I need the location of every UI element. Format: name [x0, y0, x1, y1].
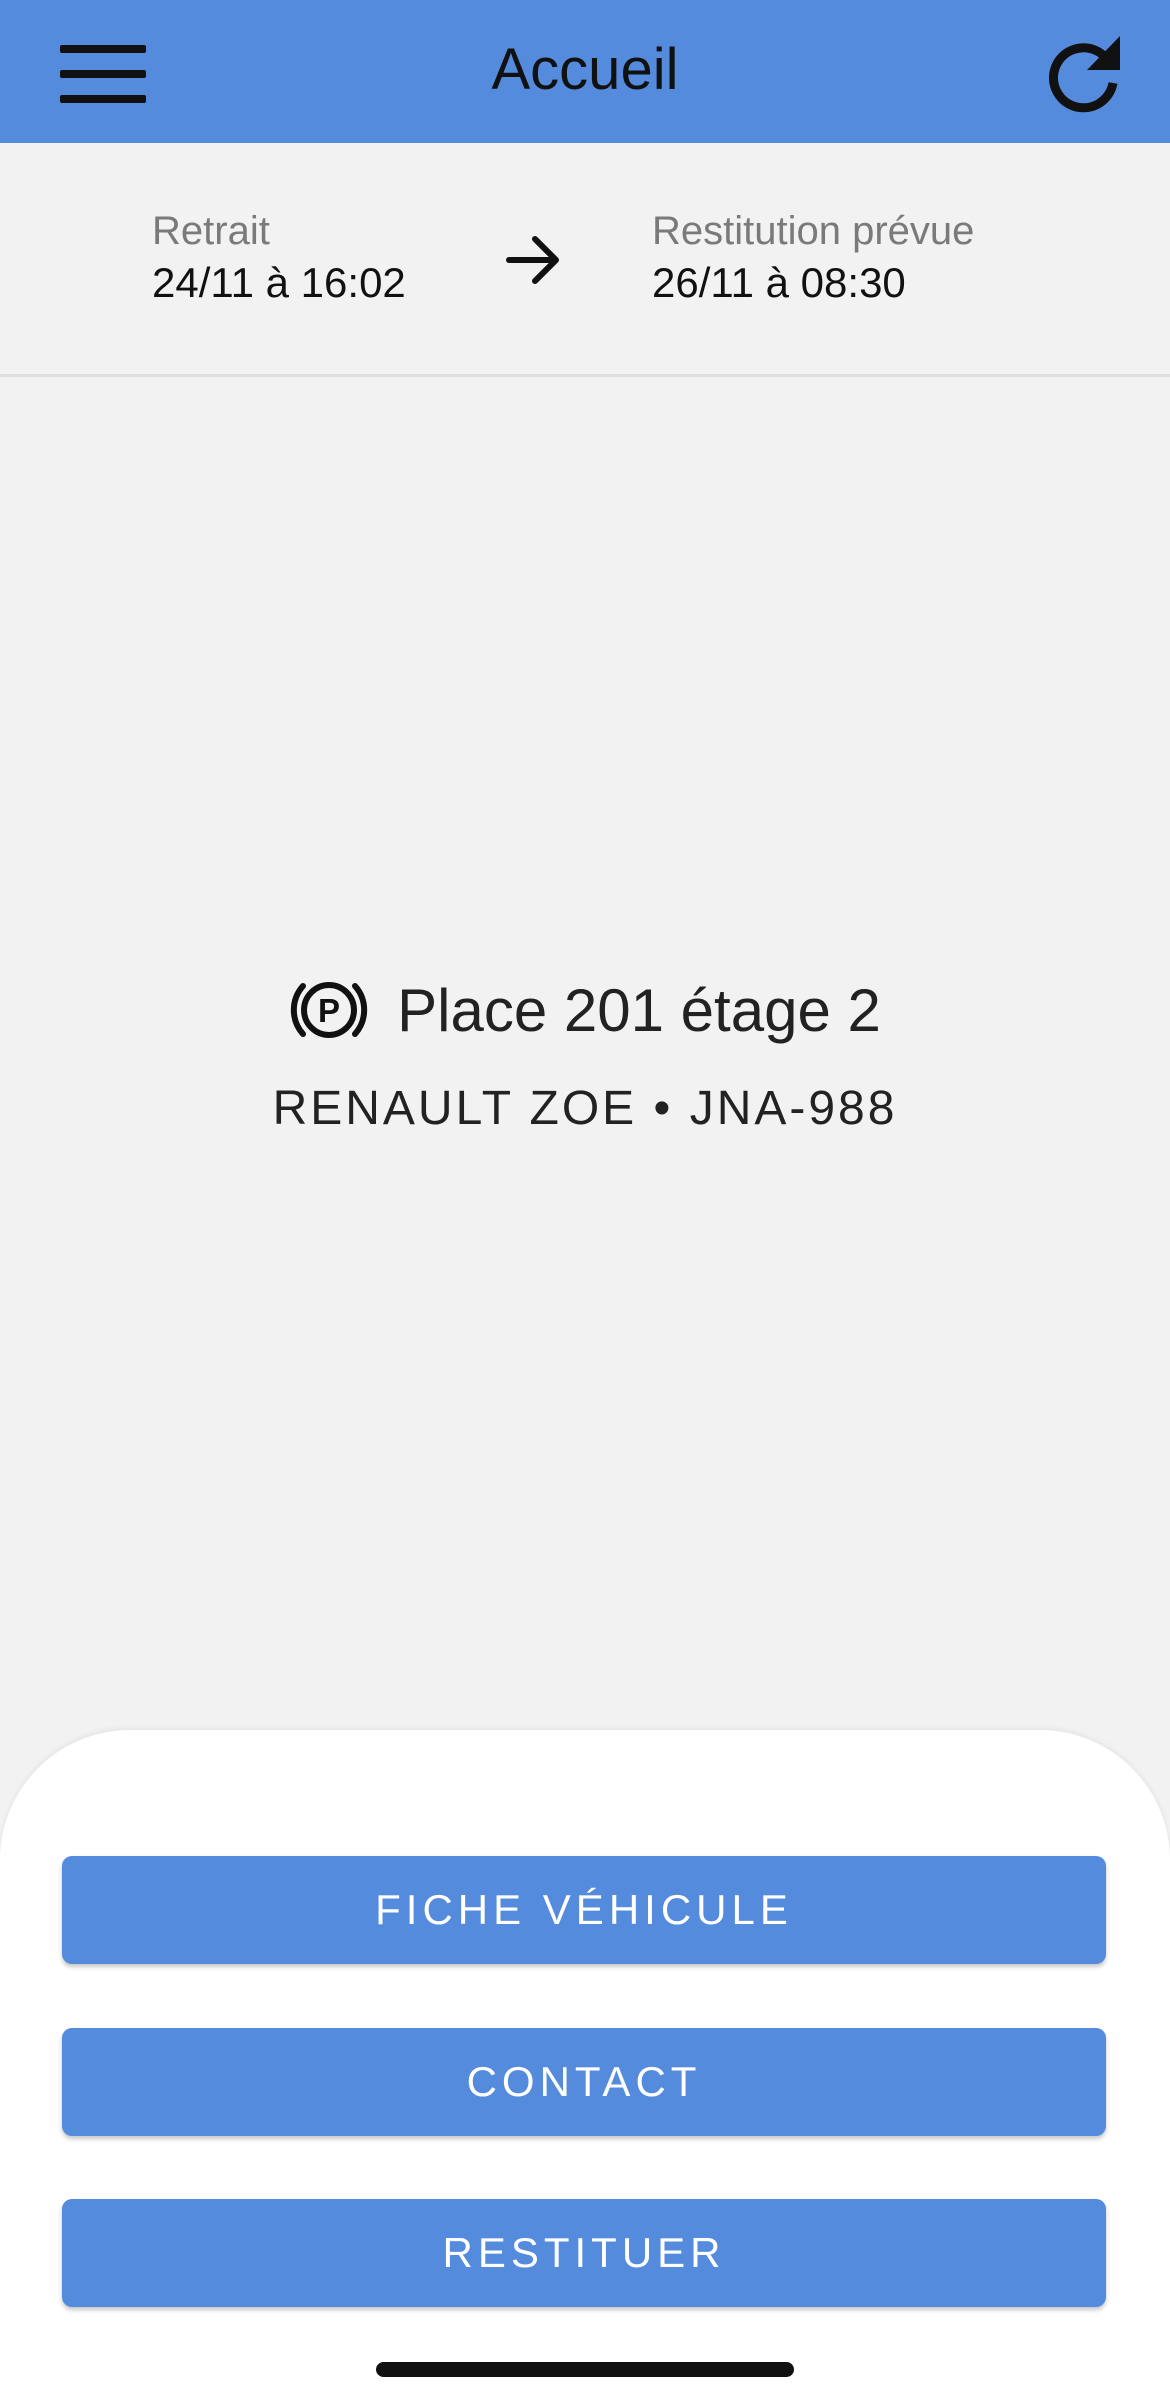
return-value: 26/11 à 08:30 — [652, 259, 906, 306]
top-app-bar: Accueil — [0, 0, 1170, 143]
actions-sheet: FICHE VÉHICULE CONTACT RESTITUER — [0, 1730, 1170, 2400]
parking-icon: P — [291, 982, 368, 1038]
pickup-label: Retrait — [152, 209, 270, 253]
vehicle-location: P Place 201 étage 2 RENAULT ZOE • JNA-98… — [0, 970, 1170, 1136]
parking-place: Place 201 étage 2 — [397, 976, 881, 1044]
return-vehicle-button[interactable]: RESTITUER — [62, 2199, 1106, 2307]
pickup-value: 24/11 à 16:02 — [152, 259, 406, 306]
return-label: Restitution prévue — [652, 209, 975, 253]
page-title: Accueil — [491, 37, 679, 102]
contact-button[interactable]: CONTACT — [62, 2028, 1106, 2136]
separator-dot: • — [653, 1082, 674, 1135]
vehicle-model: RENAULT ZOE — [272, 1082, 638, 1135]
arrow-right-icon — [506, 236, 559, 284]
svg-text:P: P — [318, 992, 340, 1029]
vehicle-sheet-button[interactable]: FICHE VÉHICULE — [62, 1856, 1106, 1964]
vehicle-plate: JNA-988 — [689, 1082, 898, 1135]
trip-summary: Retrait 24/11 à 16:02 Restitution prévue… — [0, 143, 1170, 377]
home-indicator[interactable] — [376, 2362, 794, 2377]
parking-place-line: P Place 201 étage 2 — [289, 970, 881, 1050]
refresh-icon[interactable] — [1040, 32, 1126, 118]
vehicle-identity: RENAULT ZOE • JNA-988 — [0, 1081, 1170, 1136]
screen: Accueil Retrait 24/11 à 16:02 Restitutio… — [0, 0, 1170, 2400]
return-info: Restitution prévue 26/11 à 08:30 — [652, 205, 974, 309]
pickup-info: Retrait 24/11 à 16:02 — [152, 205, 406, 309]
